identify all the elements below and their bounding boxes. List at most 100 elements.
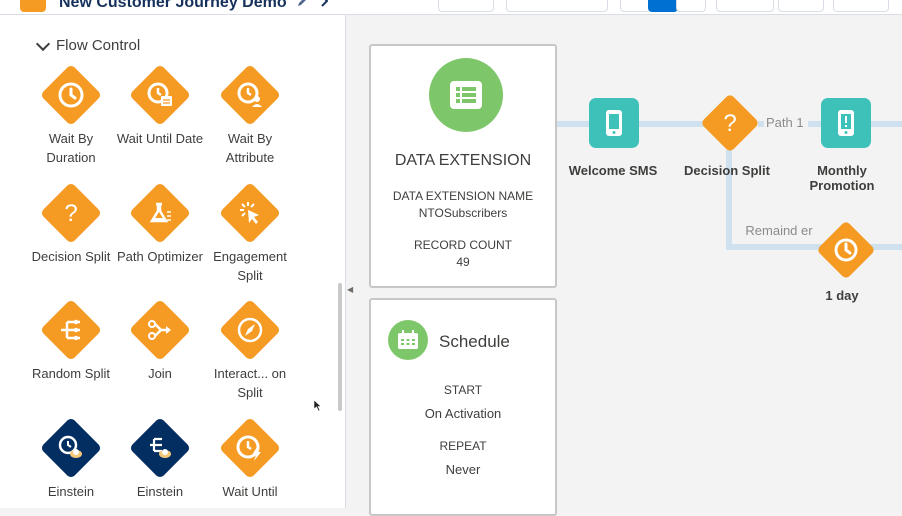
- schedule-title: Schedule: [439, 332, 510, 351]
- chevron-down-icon: [35, 36, 51, 51]
- schedule-repeat-value: Never: [445, 462, 481, 477]
- zoom-buttons[interactable]: [716, 0, 774, 12]
- activity-diamond: [128, 63, 192, 127]
- collapse-panel-icon[interactable]: ◀: [347, 285, 353, 294]
- connector-path1-promo: [808, 121, 822, 127]
- journey-title: New Customer Journey Demo: [59, 0, 328, 12]
- flow-control-section-header[interactable]: Flow Control: [35, 36, 141, 54]
- activity-label: Engagement Split: [213, 249, 287, 283]
- connector-entry-sms: [555, 121, 591, 127]
- save-button[interactable]: [833, 0, 889, 12]
- calendar-clock-icon: [147, 82, 172, 106]
- activity-join[interactable]: Join: [115, 298, 205, 383]
- activity-diamond: [39, 63, 103, 127]
- gear-button[interactable]: [778, 0, 824, 12]
- activity-diamond: [218, 416, 282, 480]
- activity-label: Wait Until: [222, 484, 278, 499]
- svg-text:?: ?: [64, 200, 77, 227]
- path-1-label: Path 1: [766, 115, 804, 130]
- pencil-icon[interactable]: [297, 0, 309, 12]
- activity-wait-by-duration[interactable]: Wait By Duration: [26, 63, 116, 167]
- activity-label: Wait Until Date: [116, 131, 204, 146]
- activity-random-split[interactable]: Random Split: [26, 298, 116, 383]
- split-icon: [61, 319, 80, 341]
- schedule-card[interactable]: Schedule START On Activation REPEAT Neve…: [369, 298, 557, 516]
- person-clock-icon: [237, 82, 262, 107]
- activity-label: Random Split: [31, 366, 111, 381]
- activity-wait-by-attribute[interactable]: Wait By Attribute: [205, 63, 295, 167]
- data-extension-icon: [429, 58, 503, 132]
- activity-label: Wait By Duration: [46, 131, 96, 165]
- connector-promo-out: [871, 121, 902, 127]
- schedule-start-label: START: [443, 383, 483, 397]
- data-extension-name-label: DATA EXTENSION NAME: [392, 189, 534, 203]
- activity-palette: Flow Control Wait By Duration Wait Until…: [0, 15, 346, 508]
- journey-title-text: New Customer Journey Demo: [59, 0, 287, 11]
- settings-mode-button[interactable]: [676, 0, 706, 12]
- activity-interaction-split[interactable]: Interact... on Split: [205, 298, 295, 402]
- einstein-clock-icon: [58, 435, 82, 458]
- clock-icon: [834, 238, 858, 262]
- activity-label: Join: [148, 366, 172, 381]
- schedule-start-value: On Activation: [424, 406, 502, 421]
- decision-split-node[interactable]: ?: [700, 93, 760, 153]
- activity-einstein-2[interactable]: Einstein: [115, 416, 205, 501]
- undo-redo-button[interactable]: [438, 0, 494, 12]
- activity-wait-until[interactable]: Wait Until: [205, 416, 295, 501]
- clock-bolt-icon: [236, 435, 261, 461]
- monthly-promotion-label: Monthly Promotion: [809, 163, 875, 193]
- click-icon: [240, 202, 259, 224]
- activity-label: Interact... on Split: [213, 366, 287, 400]
- data-extension-name-value: NTOSubscribers: [418, 206, 508, 220]
- entry-source-card[interactable]: DATA EXTENSION DATA EXTENSION NAME NTOSu…: [369, 44, 557, 288]
- schedule-repeat-label: REPEAT: [439, 439, 487, 453]
- activity-path-optimizer[interactable]: Path Optimizer: [115, 181, 205, 266]
- activity-decision-split[interactable]: ? Decision Split: [26, 181, 116, 266]
- wait-1-day-label: 1 day: [825, 288, 859, 303]
- activity-engagement-split[interactable]: Engagement Split: [205, 181, 295, 285]
- activity-diamond: [128, 298, 192, 362]
- version-dropdown[interactable]: [506, 0, 608, 12]
- decision-split-label: Decision Split: [684, 163, 770, 178]
- einstein-split-icon: [150, 437, 171, 458]
- activity-wait-until-date[interactable]: Wait Until Date: [115, 63, 205, 148]
- flask-icon: [149, 202, 171, 223]
- activity-diamond: [128, 181, 192, 245]
- activity-label: Decision Split: [31, 249, 111, 264]
- section-label: Flow Control: [56, 37, 141, 54]
- welcome-sms-node[interactable]: [589, 98, 639, 148]
- chevron-right-icon[interactable]: [320, 0, 328, 12]
- activity-diamond: [39, 416, 103, 480]
- question-icon: ?: [723, 110, 736, 137]
- activity-diamond: [218, 298, 282, 362]
- activity-label: Path Optimizer: [117, 249, 203, 264]
- join-icon: [148, 320, 171, 340]
- calendar-icon: [388, 320, 428, 360]
- record-count-value: 49: [456, 255, 470, 269]
- welcome-sms-label: Welcome SMS: [568, 163, 658, 178]
- view-mode-button[interactable]: [620, 0, 650, 12]
- activity-label: Wait By Attribute: [225, 131, 275, 165]
- compass-icon: [237, 317, 263, 343]
- canvas-mode-button[interactable]: [648, 0, 678, 12]
- remainder-label: Remaind er: [738, 222, 820, 240]
- connector-remainder: [726, 244, 826, 250]
- activity-einstein-1[interactable]: Einstein: [26, 416, 116, 501]
- record-count-label: RECORD COUNT: [414, 238, 512, 252]
- palette-scrollbar[interactable]: [338, 283, 342, 411]
- activity-label: Einstein: [47, 484, 95, 499]
- mobile-icon: [606, 110, 622, 136]
- activity-diamond: [218, 181, 282, 245]
- entry-source-title: DATA EXTENSION: [394, 152, 532, 169]
- activity-diamond: ?: [39, 181, 103, 245]
- journey-badge-icon: [20, 0, 46, 12]
- svg-text:?: ?: [723, 110, 736, 137]
- connector-sms-decision: [639, 121, 705, 127]
- monthly-promotion-node[interactable]: [821, 98, 871, 148]
- question-icon: ?: [64, 200, 77, 227]
- journey-toolbar: New Customer Journey Demo: [0, 0, 902, 15]
- connector-decision-path1: [758, 121, 764, 127]
- mouse-cursor-icon: [314, 400, 322, 412]
- wait-1-day-node[interactable]: [816, 220, 876, 280]
- activity-label: Einstein: [136, 484, 184, 499]
